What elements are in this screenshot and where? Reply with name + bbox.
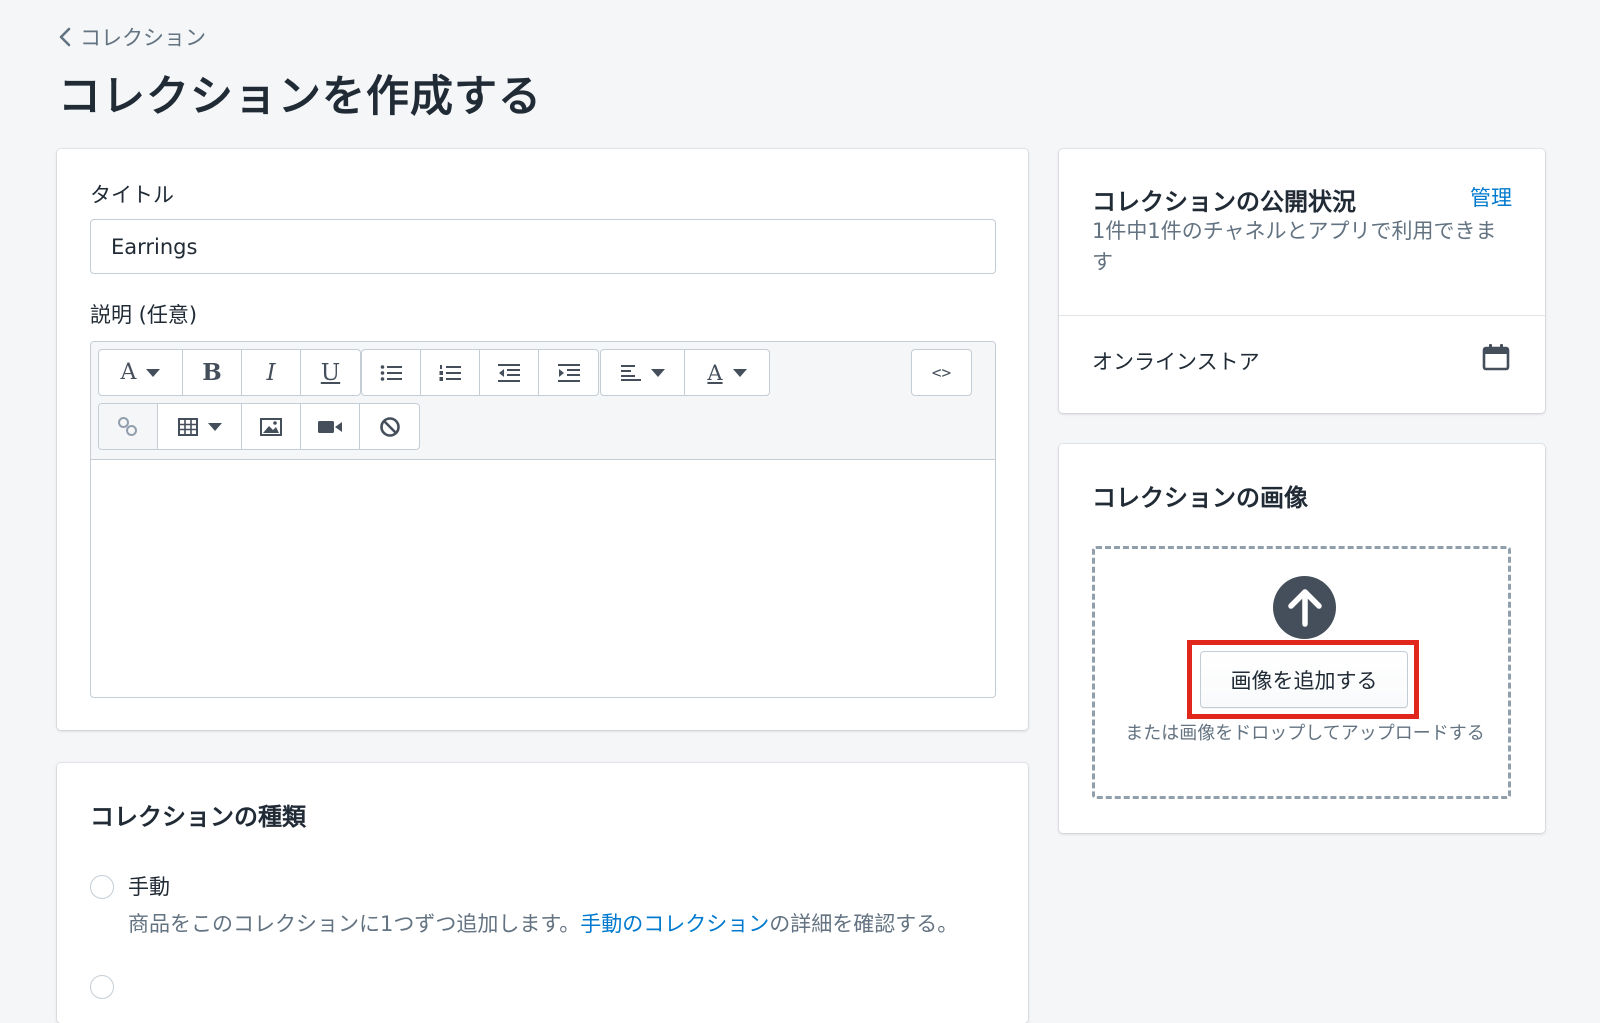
clear-formatting-button[interactable] (360, 404, 419, 449)
insert-group (98, 403, 420, 450)
title-description-card: タイトル 説明 (任意) A B I U (57, 149, 1028, 730)
outdent-button[interactable] (480, 350, 539, 395)
text-style-group: A B I U (98, 349, 361, 396)
image-dropzone[interactable]: 画像を追加する または画像をドロップしてアップロードする (1092, 546, 1511, 799)
indent-button[interactable] (539, 350, 598, 395)
collection-type-card: コレクションの種類 手動 商品をこのコレクションに1つずつ追加します。手動のコレ… (57, 763, 1028, 1023)
list-group (361, 349, 599, 396)
chevron-down-icon (650, 368, 665, 377)
numbered-list-icon (439, 364, 461, 381)
drop-hint-text: または画像をドロップしてアップロードする (1125, 723, 1485, 744)
outdent-icon (498, 363, 520, 382)
code-button[interactable]: <> (912, 350, 971, 395)
chevron-down-icon (146, 368, 161, 377)
video-button[interactable] (301, 404, 360, 449)
manual-help-before: 商品をこのコレクションに1つずつ追加します。 (128, 912, 581, 936)
link-button[interactable] (99, 404, 158, 449)
image-icon (260, 417, 282, 436)
availability-subtitle: 1件中1件のチャネルとアプリで利用できます (1092, 219, 1497, 274)
align-color-group: A (600, 349, 770, 396)
automated-radio[interactable] (90, 975, 114, 999)
divider (1059, 315, 1545, 316)
chevron-down-icon (207, 422, 222, 431)
bold-button[interactable]: B (183, 350, 242, 395)
manual-radio-label[interactable]: 手動 (128, 871, 170, 901)
manual-radio[interactable] (90, 875, 114, 899)
font-button[interactable]: A (99, 350, 183, 395)
indent-icon (557, 363, 580, 382)
manage-link[interactable]: 管理 (1470, 182, 1512, 212)
clear-formatting-icon (379, 416, 400, 437)
chevron-down-icon (732, 368, 747, 377)
manual-collection-link[interactable]: 手動のコレクション (580, 912, 769, 936)
collection-image-title: コレクションの画像 (1092, 484, 1308, 512)
italic-button[interactable]: I (242, 350, 301, 395)
font-icon: A (120, 360, 137, 385)
align-icon (620, 364, 641, 381)
manual-help-text: 商品をこのコレクションに1つずつ追加します。手動のコレクションの詳細を確認する。 (128, 908, 968, 941)
breadcrumb-label[interactable]: コレクション (80, 22, 206, 52)
table-icon (177, 417, 198, 436)
title-label: タイトル (90, 183, 174, 207)
align-button[interactable] (601, 350, 685, 395)
availability-title: コレクションの公開状況 (1092, 188, 1356, 216)
add-image-button[interactable]: 画像を追加する (1200, 651, 1408, 708)
underline-button[interactable]: U (301, 350, 360, 395)
bullet-list-icon (380, 364, 402, 381)
bullet-list-button[interactable] (362, 350, 421, 395)
bold-icon: B (202, 359, 222, 386)
collection-type-title: コレクションの種類 (90, 803, 306, 831)
numbered-list-button[interactable] (421, 350, 480, 395)
calendar-icon[interactable] (1482, 343, 1510, 371)
collection-image-card: コレクションの画像 画像を追加する または画像をドロップしてアップロードする (1059, 444, 1545, 833)
text-color-icon: A (707, 360, 723, 385)
breadcrumb[interactable]: コレクション (58, 22, 206, 52)
title-input[interactable] (90, 219, 996, 274)
description-label: 説明 (任意) (90, 303, 198, 327)
description-editor: A B I U A <> (90, 341, 996, 698)
table-button[interactable] (158, 404, 242, 449)
manual-help-after: の詳細を確認する。 (769, 912, 959, 936)
code-icon: <> (931, 363, 952, 382)
underline-icon: U (320, 359, 341, 386)
image-button[interactable] (242, 404, 301, 449)
description-content-area[interactable] (91, 459, 995, 697)
link-icon (118, 416, 137, 436)
availability-card: コレクションの公開状況 管理 1件中1件のチャネルとアプリで利用できます オンラ… (1059, 149, 1545, 413)
editor-toolbar: A B I U A <> (91, 342, 995, 460)
code-group: <> (911, 349, 972, 396)
italic-icon: I (266, 359, 276, 386)
channel-online-store: オンラインストア (1092, 350, 1260, 374)
video-icon (318, 420, 342, 433)
chevron-left-icon (59, 27, 71, 47)
page-title: コレクションを作成する (58, 72, 542, 122)
upload-arrow-icon (1273, 576, 1336, 639)
text-color-button[interactable]: A (685, 350, 769, 395)
